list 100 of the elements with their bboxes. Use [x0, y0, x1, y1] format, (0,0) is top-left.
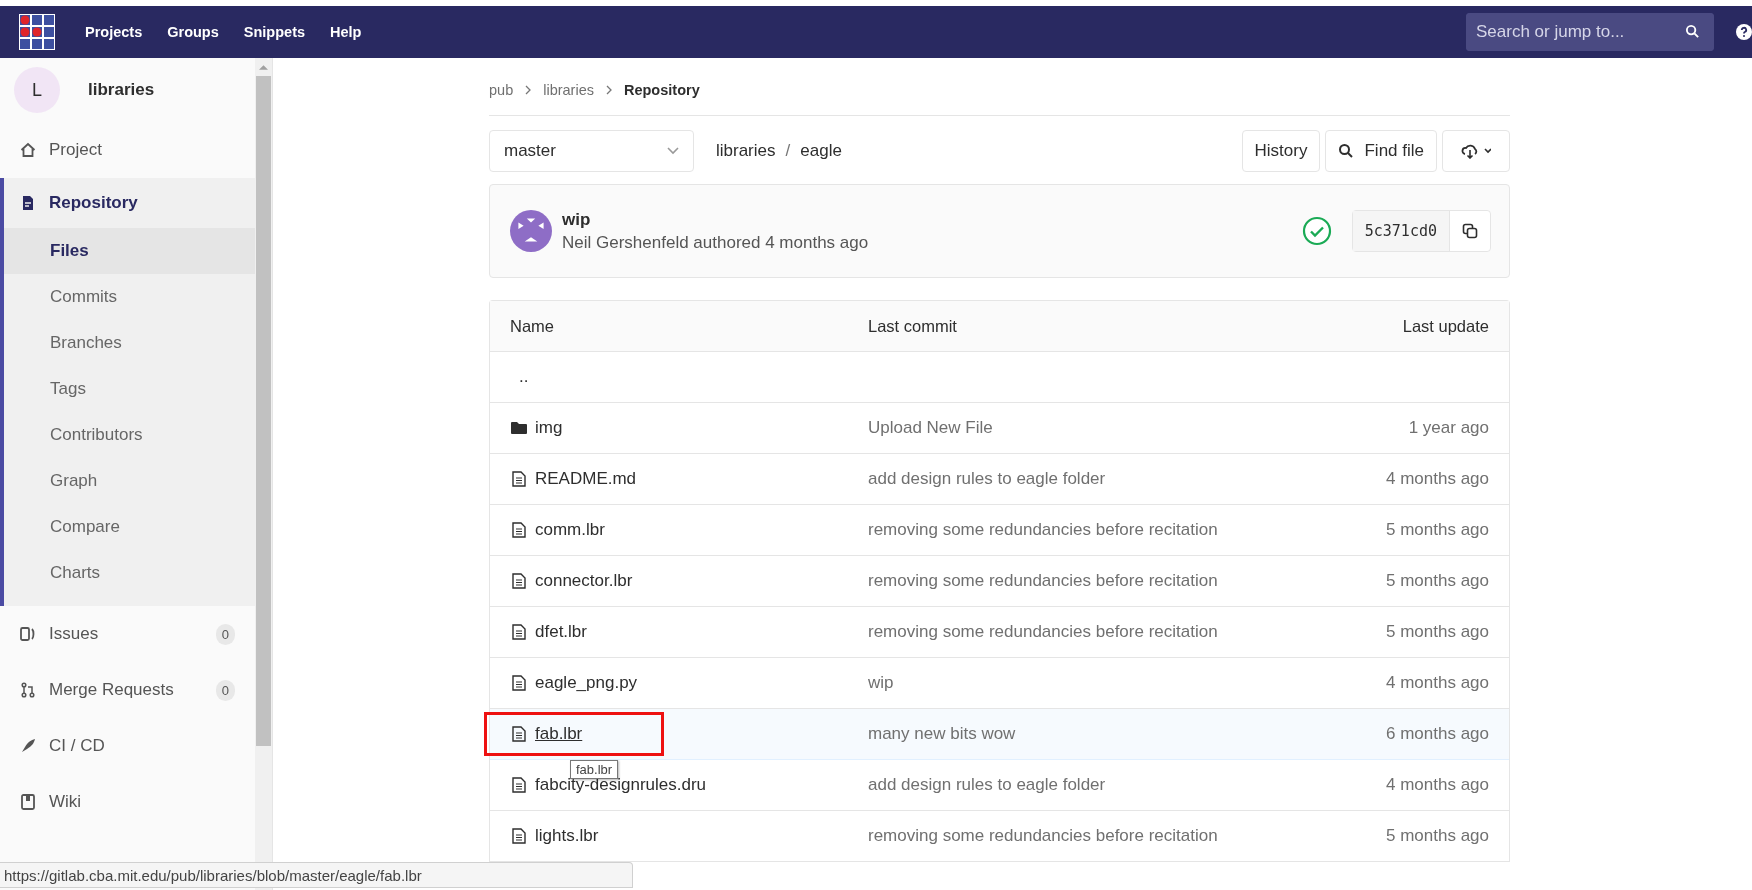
- update-time: 6 months ago: [1386, 724, 1489, 743]
- file-link[interactable]: comm.lbr: [535, 520, 605, 540]
- book-icon: [20, 794, 36, 810]
- path-separator: /: [785, 141, 791, 161]
- copy-icon: [1462, 223, 1478, 239]
- file-link[interactable]: ..: [511, 367, 529, 387]
- sidebar-item[interactable]: CI / CD: [0, 718, 255, 774]
- chevron-down-icon: [667, 147, 679, 155]
- merge-request-icon: [20, 682, 36, 698]
- file-link[interactable]: eagle_png.py: [535, 673, 638, 693]
- commit-meta: Neil Gershenfeld authored 4 months ago: [562, 232, 869, 253]
- search-icon: [1685, 24, 1700, 39]
- file-link[interactable]: img: [535, 418, 563, 438]
- toolbar-button[interactable]: Find file: [1325, 130, 1437, 172]
- column-header: Last commit: [867, 316, 958, 336]
- sidebar-subitem[interactable]: Contributors: [4, 412, 255, 458]
- file-icon: [511, 828, 527, 844]
- sidebar-item[interactable]: Repository: [4, 178, 255, 228]
- document-icon: [20, 195, 36, 211]
- file-row[interactable]: README.md add design rules to eagle folder 4 months ago: [490, 454, 1509, 505]
- count-badge: 0: [215, 679, 235, 701]
- home-icon: [20, 142, 36, 158]
- file-icon: [511, 777, 527, 793]
- update-time: 1 year ago: [1408, 418, 1489, 437]
- column-header: Last update: [1401, 316, 1490, 336]
- update-time: 4 months ago: [1386, 469, 1489, 488]
- file-icon: [511, 522, 527, 538]
- file-row[interactable]: dfet.lbr removing some redundancies before recitation 5 months ago: [490, 607, 1509, 658]
- status-url: https://gitlab.cba.mit.edu/pub/libraries/blob/master/eagle/fab.lbr: [0, 862, 633, 888]
- update-time: 5 months ago: [1386, 520, 1489, 539]
- update-time: 4 months ago: [1386, 775, 1489, 794]
- commit-link[interactable]: removing some redundancies before recitation: [868, 520, 1218, 539]
- branch-dropdown[interactable]: master: [489, 130, 694, 172]
- project-avatar[interactable]: L: [14, 67, 60, 113]
- commit-link[interactable]: removing some redundancies before recitation: [868, 571, 1218, 590]
- sidebar-subitem[interactable]: Files: [4, 228, 255, 274]
- copy-button[interactable]: [1450, 211, 1490, 251]
- file-icon: [511, 573, 527, 589]
- sidebar-item[interactable]: Project: [0, 122, 255, 178]
- path-link[interactable]: libraries: [716, 141, 776, 161]
- file-link[interactable]: lights.lbr: [535, 826, 599, 846]
- toolbar-button[interactable]: History: [1241, 130, 1321, 172]
- sidebar-item[interactable]: Wiki: [0, 774, 255, 830]
- help-icon[interactable]: [1736, 24, 1752, 40]
- update-time: 4 months ago: [1386, 673, 1489, 692]
- path-link[interactable]: eagle: [800, 141, 842, 161]
- file-icon: [511, 624, 527, 640]
- sidebar-subitem[interactable]: Commits: [4, 274, 255, 320]
- sidebar-subitem[interactable]: Branches: [4, 320, 255, 366]
- breadcrumb-link[interactable]: libraries: [543, 82, 594, 98]
- download-button[interactable]: [1442, 130, 1510, 172]
- file-row[interactable]: comm.lbr removing some redundancies before recitation 5 months ago: [490, 505, 1509, 556]
- sidebar-subitem[interactable]: Charts: [4, 550, 255, 596]
- search-field[interactable]: Search or jump to...: [1466, 13, 1714, 51]
- sidebar-subitem[interactable]: Compare: [4, 504, 255, 550]
- nav-link[interactable]: Snippets: [243, 24, 306, 40]
- file-link[interactable]: connector.lbr: [535, 571, 633, 591]
- column-header: Name: [509, 316, 555, 336]
- logo-icon[interactable]: [19, 14, 55, 50]
- tooltip: fab.lbr: [570, 760, 619, 779]
- folder-icon: [511, 420, 527, 436]
- issues-icon: [20, 626, 36, 642]
- file-link[interactable]: fab.lbr: [535, 724, 583, 744]
- commit-sha: 5c371cd0: [1352, 211, 1450, 251]
- update-time: 5 months ago: [1386, 571, 1489, 590]
- file-row[interactable]: img Upload New File 1 year ago: [490, 403, 1509, 454]
- nav-link[interactable]: Projects: [85, 24, 143, 40]
- status-passed-icon[interactable]: [1301, 216, 1332, 246]
- nav-link[interactable]: Help: [330, 24, 362, 40]
- breadcrumb-link[interactable]: pub: [489, 82, 514, 98]
- commit-link[interactable]: wip: [868, 673, 894, 692]
- commit-link[interactable]: many new bits wow: [868, 724, 1016, 743]
- sidebar-item[interactable]: Issues 0: [0, 606, 255, 662]
- file-icon: [511, 726, 527, 742]
- chevron-right-icon: [604, 85, 613, 95]
- file-link[interactable]: README.md: [535, 469, 637, 489]
- commit-link[interactable]: removing some redundancies before recitation: [868, 826, 1218, 845]
- breadcrumb-link[interactable]: Repository: [623, 82, 700, 98]
- commit-title[interactable]: wip: [562, 209, 869, 230]
- chevron-right-icon: [524, 85, 533, 95]
- file-row[interactable]: connector.lbr removing some redundancies before recitation 5 months ago: [490, 556, 1509, 607]
- file-icon: [511, 675, 527, 691]
- commit-link[interactable]: removing some redundancies before recitation: [868, 622, 1218, 641]
- search-icon: [1338, 143, 1355, 159]
- cloud-download-icon: [1461, 143, 1491, 159]
- count-badge: 0: [215, 623, 235, 645]
- project-name[interactable]: libraries: [88, 80, 155, 100]
- sidebar-subitem[interactable]: Graph: [4, 458, 255, 504]
- file-link[interactable]: dfet.lbr: [535, 622, 587, 642]
- nav-link[interactable]: Groups: [167, 24, 219, 40]
- file-row[interactable]: ..: [490, 352, 1509, 403]
- commit-link[interactable]: Upload New File: [868, 418, 993, 437]
- commit-link[interactable]: add design rules to eagle folder: [868, 775, 1106, 794]
- commit-link[interactable]: add design rules to eagle folder: [868, 469, 1106, 488]
- sidebar-subitem[interactable]: Tags: [4, 366, 255, 412]
- sidebar-item[interactable]: Merge Requests 0: [0, 662, 255, 718]
- file-icon: [511, 471, 527, 487]
- update-time: 5 months ago: [1386, 826, 1489, 845]
- update-time: 5 months ago: [1386, 622, 1489, 641]
- user-avatar[interactable]: [510, 210, 552, 252]
